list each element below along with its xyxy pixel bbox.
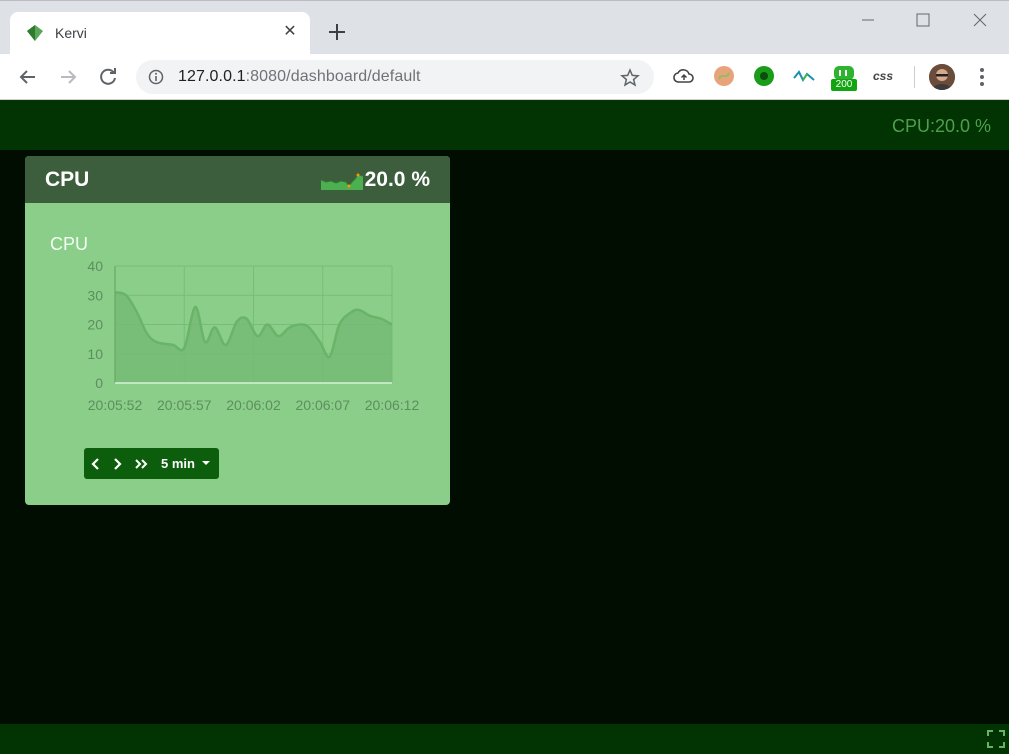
card-title: CPU bbox=[45, 168, 90, 191]
address-bar[interactable]: 127.0.0.1:8080/dashboard/default bbox=[136, 60, 654, 94]
tab-close-icon[interactable]: ✕ bbox=[280, 22, 300, 42]
info-icon[interactable] bbox=[148, 69, 164, 85]
color-picker-extension-icon[interactable] bbox=[712, 64, 736, 88]
x-tick-label: 20:06:02 bbox=[226, 397, 281, 413]
latest-double-chevron-icon[interactable] bbox=[132, 455, 150, 473]
dashboard-header: CPU:20.0 % bbox=[0, 100, 1009, 150]
avatar-image bbox=[929, 64, 955, 90]
forward-arrow-icon[interactable] bbox=[55, 64, 81, 90]
card-header: CPU 20.0 % bbox=[25, 156, 450, 203]
minimize-icon[interactable] bbox=[848, 9, 888, 33]
next-chevron-icon[interactable] bbox=[108, 455, 126, 473]
time-range-dropdown[interactable]: 5 min bbox=[161, 456, 195, 471]
profile-avatar[interactable] bbox=[929, 64, 955, 90]
back-arrow-icon[interactable] bbox=[15, 64, 41, 90]
url-path: :8080/dashboard/default bbox=[245, 68, 421, 85]
x-tick-label: 20:06:12 bbox=[365, 397, 420, 413]
maximize-icon[interactable] bbox=[903, 9, 943, 33]
kervi-logo-icon bbox=[27, 25, 43, 41]
previous-chevron-icon[interactable] bbox=[87, 455, 105, 473]
cpu-widget-card: CPU 20.0 % CPU 0 10 20 30 40 20:05:52 20:05:57… bbox=[25, 156, 450, 505]
dashboard-footer bbox=[0, 724, 1009, 754]
y-tick-label: 30 bbox=[87, 287, 103, 303]
y-tick-label: 0 bbox=[95, 375, 103, 391]
dropdown-caret-icon[interactable] bbox=[202, 461, 210, 465]
window-close-icon[interactable] bbox=[960, 9, 1000, 33]
css-extension-icon[interactable]: css bbox=[873, 64, 897, 88]
browser-tabstrip: Kervi ✕ bbox=[0, 0, 1009, 55]
url-host: 127.0.0.1 bbox=[178, 68, 246, 85]
green-circle-extension-icon[interactable] bbox=[752, 64, 776, 88]
tab-title: Kervi bbox=[55, 25, 87, 41]
browser-menu-icon[interactable] bbox=[972, 66, 992, 88]
cpu-sparkline-icon bbox=[321, 173, 363, 190]
cpu-status-label: CPU:20.0 % bbox=[891, 116, 991, 136]
toolbar-divider bbox=[914, 66, 915, 88]
browser-toolbar: 127.0.0.1:8080/dashboard/default 200 css bbox=[0, 54, 1009, 100]
y-tick-label: 40 bbox=[87, 258, 103, 274]
x-tick-label: 20:05:52 bbox=[88, 397, 143, 413]
y-tick-label: 20 bbox=[87, 317, 103, 333]
card-value: 20.0 % bbox=[364, 168, 430, 191]
url-text[interactable]: 127.0.0.1:8080/dashboard/default bbox=[178, 68, 421, 86]
fullscreen-icon[interactable] bbox=[987, 730, 1005, 748]
badge-extension-icon[interactable]: 200 bbox=[831, 64, 857, 91]
time-range-control: 5 min bbox=[84, 448, 219, 479]
pulse-extension-icon[interactable] bbox=[792, 64, 816, 88]
cpu-chart: 0 10 20 30 40 20:05:52 20:05:57 20:06:02 20:06:0… bbox=[87, 258, 420, 413]
reload-icon[interactable] bbox=[95, 64, 121, 90]
y-tick-label: 10 bbox=[87, 346, 103, 362]
extension-badge: 200 bbox=[831, 79, 857, 91]
x-tick-label: 20:05:57 bbox=[157, 397, 212, 413]
new-tab-icon[interactable] bbox=[325, 20, 349, 44]
browser-tab[interactable]: Kervi ✕ bbox=[10, 12, 310, 55]
cloud-upload-icon[interactable] bbox=[672, 64, 696, 88]
x-tick-label: 20:06:07 bbox=[296, 397, 351, 413]
bookmark-star-icon[interactable] bbox=[620, 68, 640, 88]
